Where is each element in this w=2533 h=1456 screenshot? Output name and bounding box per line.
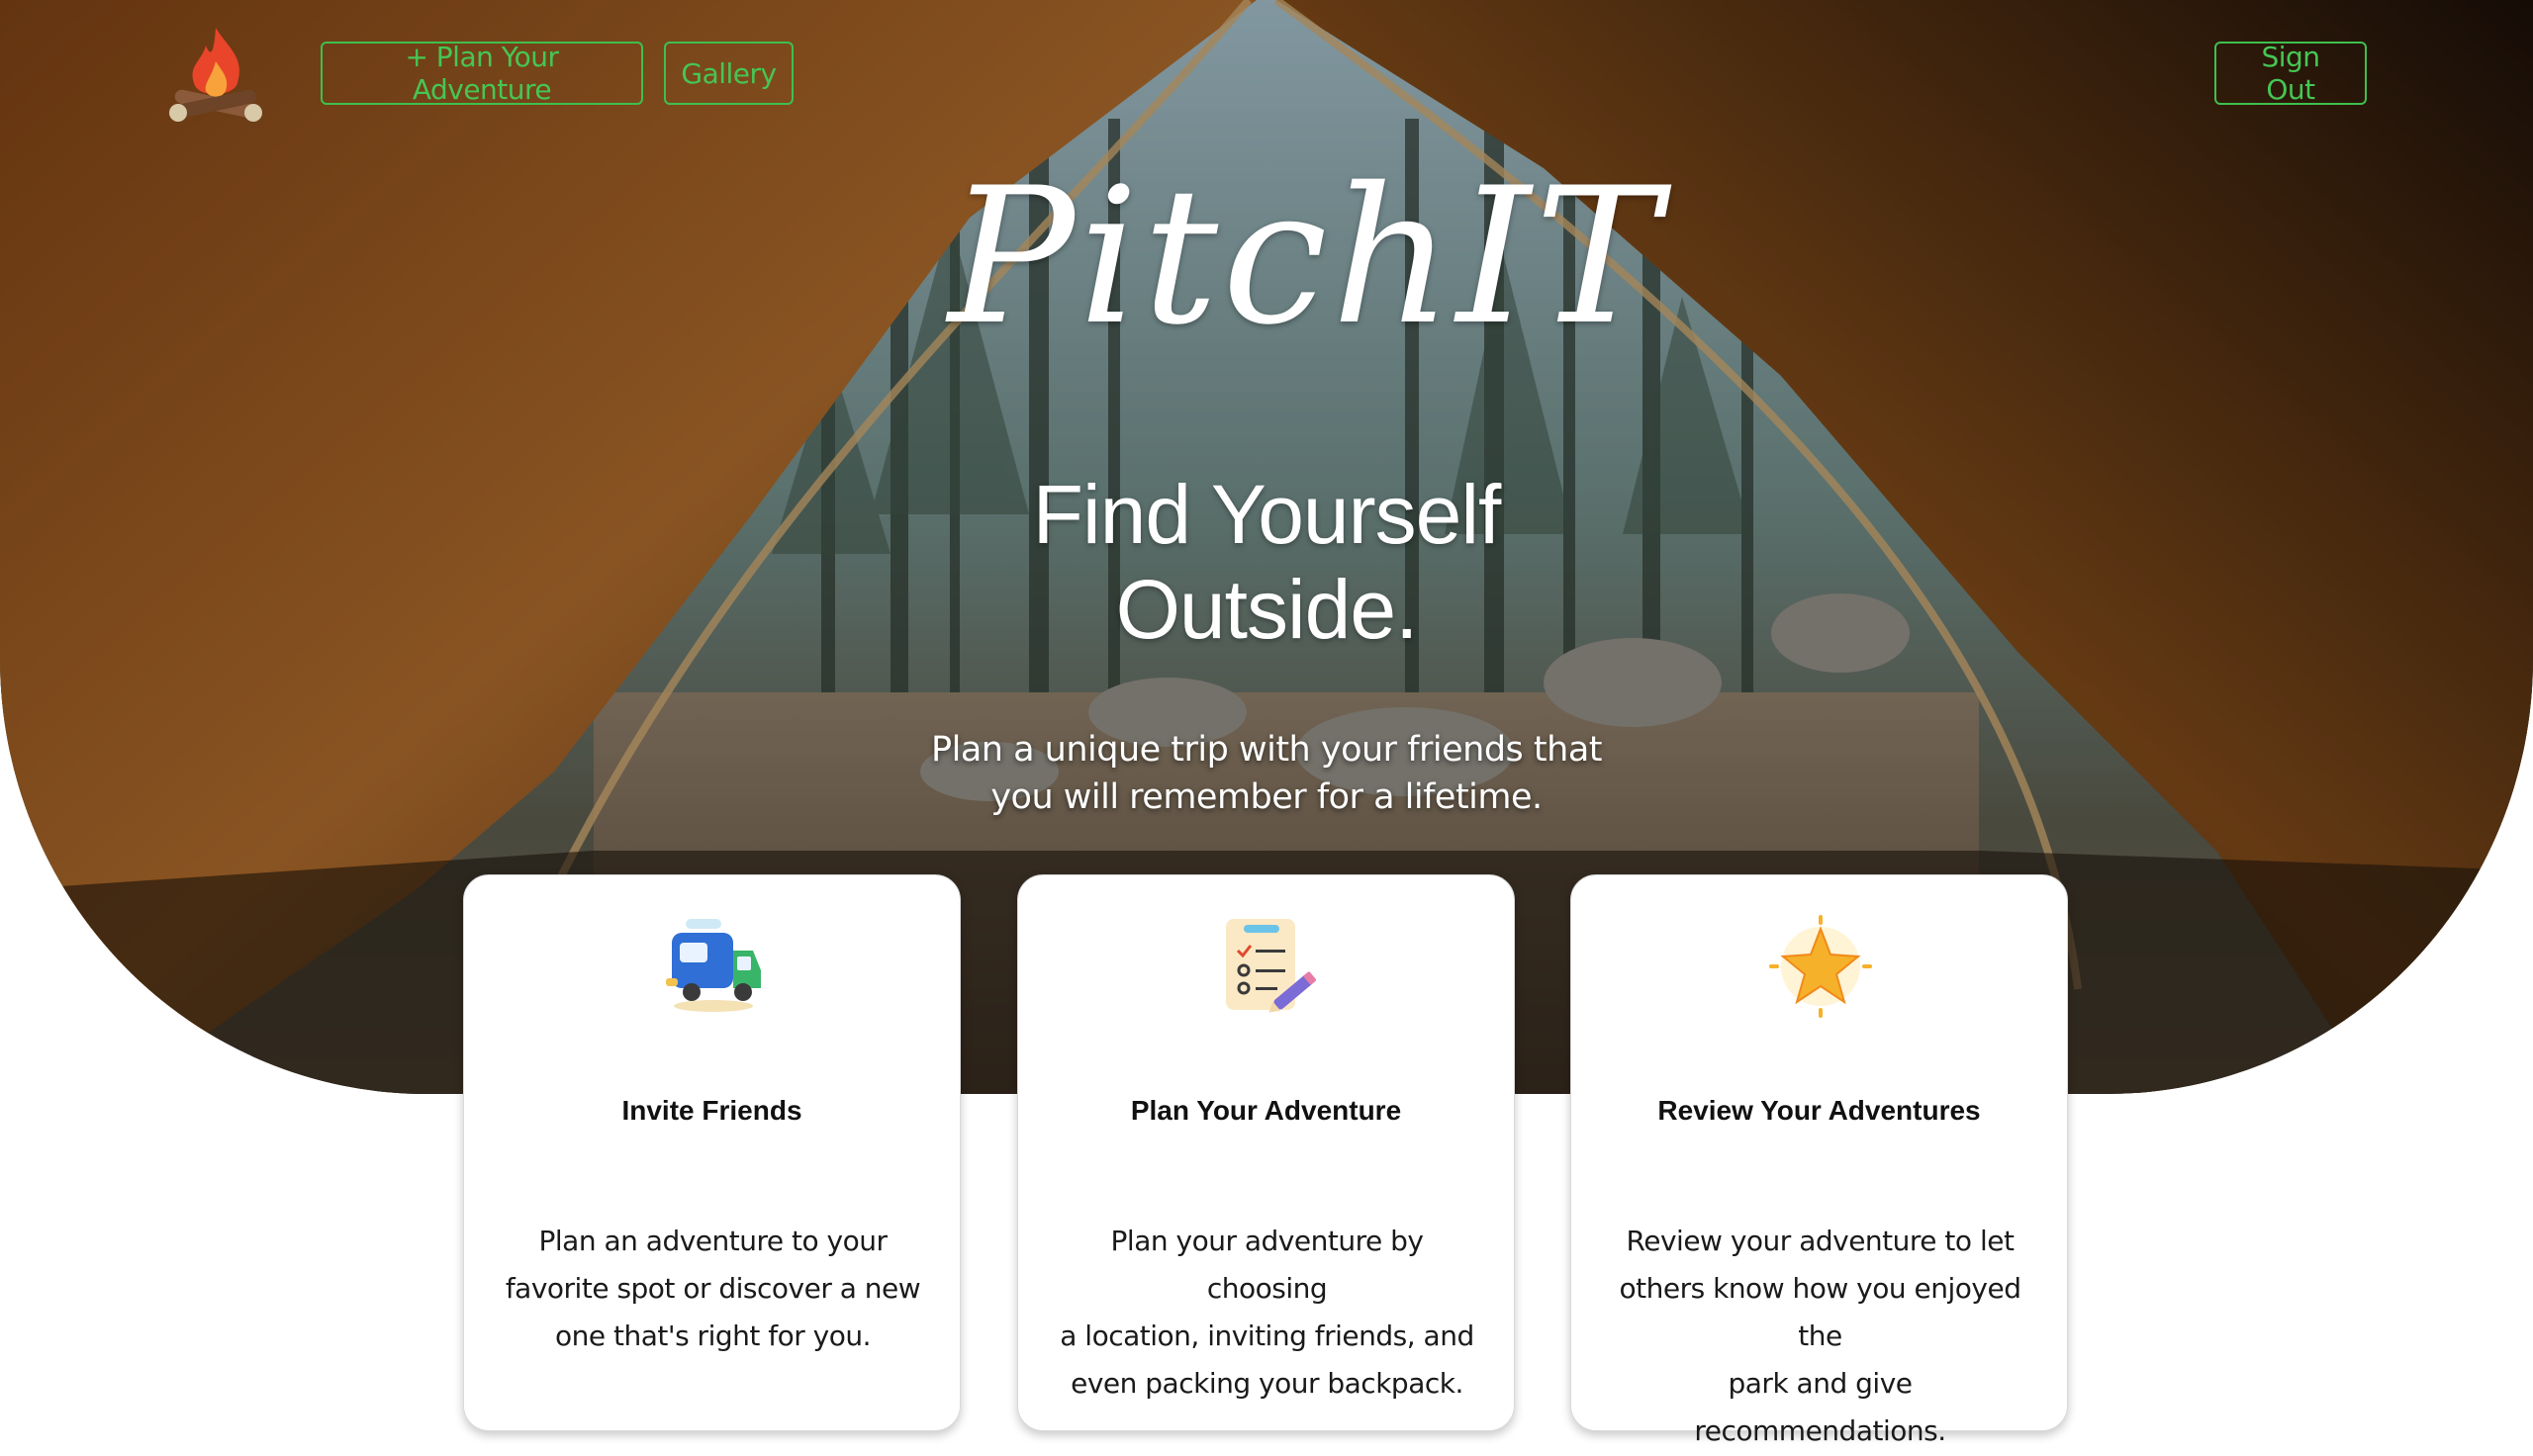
- checklist-pencil-icon: [1226, 919, 1316, 1013]
- camper-van-icon: [666, 919, 761, 1012]
- hero-tagline-line1: Plan a unique trip with your friends tha…: [931, 730, 1603, 770]
- plan-adventure-button[interactable]: + Plan Your Adventure: [321, 41, 643, 106]
- card-text-line: Plan your adventure by choosing: [1110, 1225, 1424, 1305]
- card-title: Plan Your Adventure: [1130, 1095, 1402, 1126]
- card-description: Plan an adventure to your favorite spot …: [504, 1218, 922, 1360]
- card-text-line: even packing your backpack.: [1071, 1367, 1463, 1400]
- sign-out-button[interactable]: Sign Out: [2214, 41, 2367, 106]
- card-title: Invite Friends: [621, 1095, 802, 1126]
- feature-card-invite-friends: Invite Friends Plan an adventure to your…: [463, 874, 961, 1431]
- hero-tagline-line2: you will remember for a lifetime.: [990, 777, 1543, 817]
- card-text-line: park and give recommendations.: [1694, 1367, 1946, 1447]
- card-description: Review your adventure to let others know…: [1611, 1218, 2029, 1455]
- card-text-line: Plan an adventure to your: [538, 1225, 888, 1257]
- card-title: Review Your Adventures: [1657, 1095, 1981, 1126]
- star-icon: [1769, 915, 1872, 1018]
- gallery-button[interactable]: Gallery: [664, 42, 794, 105]
- hero-tagline: Plan a unique trip with your friends tha…: [871, 726, 1662, 821]
- hero-headline-line2: Outside.: [1115, 563, 1419, 656]
- card-text-line: a location, inviting friends, and: [1060, 1320, 1474, 1352]
- card-text-line: favorite spot or discover a new: [505, 1272, 921, 1305]
- feature-card-review-adventures: Review Your Adventures Review your adven…: [1570, 874, 2068, 1447]
- hero-headline: Find Yourself Outside.: [871, 467, 1662, 657]
- card-text-line: others know how you enjoyed the: [1619, 1272, 2021, 1352]
- hero-headline-line1: Find Yourself: [1032, 468, 1502, 561]
- campfire-icon[interactable]: [166, 22, 265, 127]
- card-text-line: one that's right for you.: [555, 1320, 872, 1352]
- card-description: Plan your adventure by choosing a locati…: [1058, 1218, 1476, 1408]
- site-title: PitchIT: [948, 147, 1664, 366]
- feature-card-plan-adventure: Plan Your Adventure Plan your adventure …: [1017, 874, 1515, 1431]
- card-text-line: Review your adventure to let: [1626, 1225, 2015, 1257]
